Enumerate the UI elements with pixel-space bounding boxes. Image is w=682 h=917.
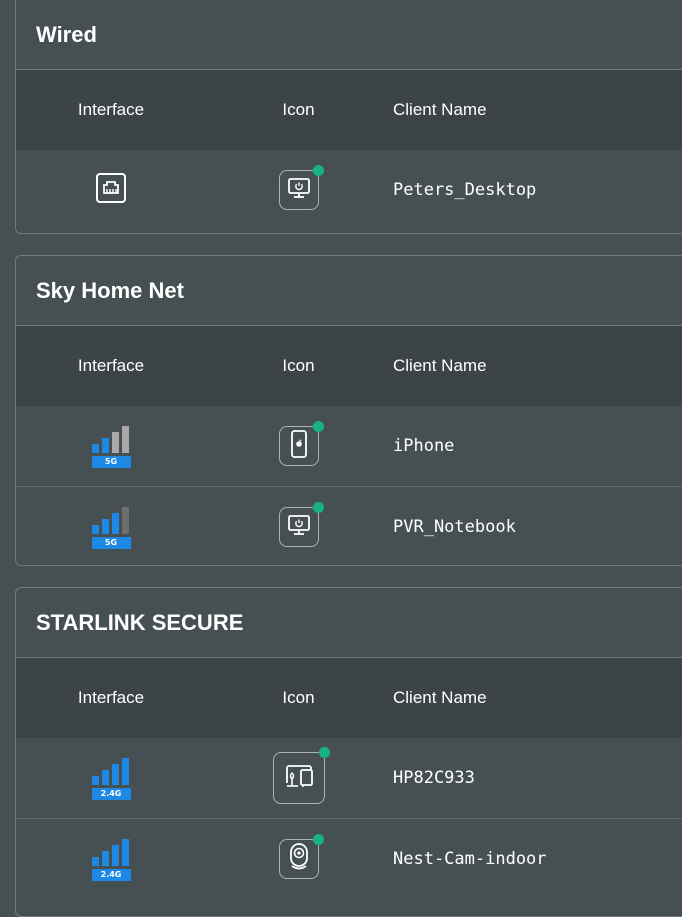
band-label: 5G — [91, 455, 131, 468]
client-name[interactable]: iPhone — [393, 436, 454, 456]
interface-header[interactable]: Interface — [78, 688, 144, 708]
band-label: 2.4G — [91, 868, 131, 881]
smart-devices-icon — [282, 762, 316, 795]
interface-header[interactable]: Interface — [78, 100, 144, 120]
band-label: 2.4G — [91, 787, 131, 800]
client-name-header[interactable]: Client Name — [393, 356, 487, 376]
section-title: STARLINK SECURE — [16, 588, 682, 658]
online-status-dot — [312, 834, 324, 845]
online-status-dot — [312, 165, 324, 176]
table-header: Interface Icon Client Name — [16, 70, 682, 150]
table-row[interactable]: 2.4G HP82C933 — [16, 738, 682, 819]
wired-section: Wired Interface Icon Client Name Peters_… — [15, 0, 682, 234]
client-name-header[interactable]: Client Name — [393, 688, 487, 708]
device-icon-button[interactable] — [278, 834, 324, 879]
client-name-header[interactable]: Client Name — [393, 100, 487, 120]
section-title: Sky Home Net — [16, 256, 682, 326]
ethernet-port-icon — [95, 172, 127, 209]
client-name[interactable]: Peters_Desktop — [393, 180, 536, 200]
client-name[interactable]: Nest-Cam-indoor — [393, 849, 547, 869]
online-status-dot — [312, 502, 324, 513]
starlink-secure-section: STARLINK SECURE Interface Icon Client Na… — [15, 587, 682, 917]
device-icon-button[interactable] — [278, 421, 324, 466]
icon-header[interactable]: Icon — [282, 688, 314, 708]
online-status-dot — [318, 747, 330, 758]
table-row[interactable]: 5G iPhone — [16, 406, 682, 487]
table-row[interactable]: 5G PVR_Notebook — [16, 487, 682, 565]
client-name[interactable]: PVR_Notebook — [393, 517, 516, 537]
camera-icon — [287, 842, 311, 877]
desktop-monitor-icon — [287, 513, 311, 542]
wifi-signal-icon: 5G — [91, 425, 131, 468]
table-row[interactable]: 2.4G Nest-Cam-indoor — [16, 819, 682, 899]
smartphone-icon — [287, 429, 311, 463]
wifi-signal-icon: 5G — [91, 506, 131, 549]
interface-header[interactable]: Interface — [78, 356, 144, 376]
device-icon-button[interactable] — [278, 165, 324, 210]
sky-home-net-section: Sky Home Net Interface Icon Client Name … — [15, 255, 682, 566]
device-icon-button[interactable] — [278, 502, 324, 547]
wifi-signal-icon: 2.4G — [91, 757, 131, 800]
wifi-signal-icon: 2.4G — [91, 838, 131, 881]
table-row[interactable]: Peters_Desktop — [16, 150, 682, 230]
online-status-dot — [312, 421, 324, 432]
table-header: Interface Icon Client Name — [16, 326, 682, 406]
client-name[interactable]: HP82C933 — [393, 768, 475, 788]
band-label: 5G — [91, 536, 131, 549]
section-title: Wired — [16, 0, 682, 70]
desktop-monitor-icon — [287, 176, 311, 205]
icon-header[interactable]: Icon — [282, 356, 314, 376]
device-icon-button[interactable] — [272, 747, 330, 804]
icon-header[interactable]: Icon — [282, 100, 314, 120]
table-header: Interface Icon Client Name — [16, 658, 682, 738]
